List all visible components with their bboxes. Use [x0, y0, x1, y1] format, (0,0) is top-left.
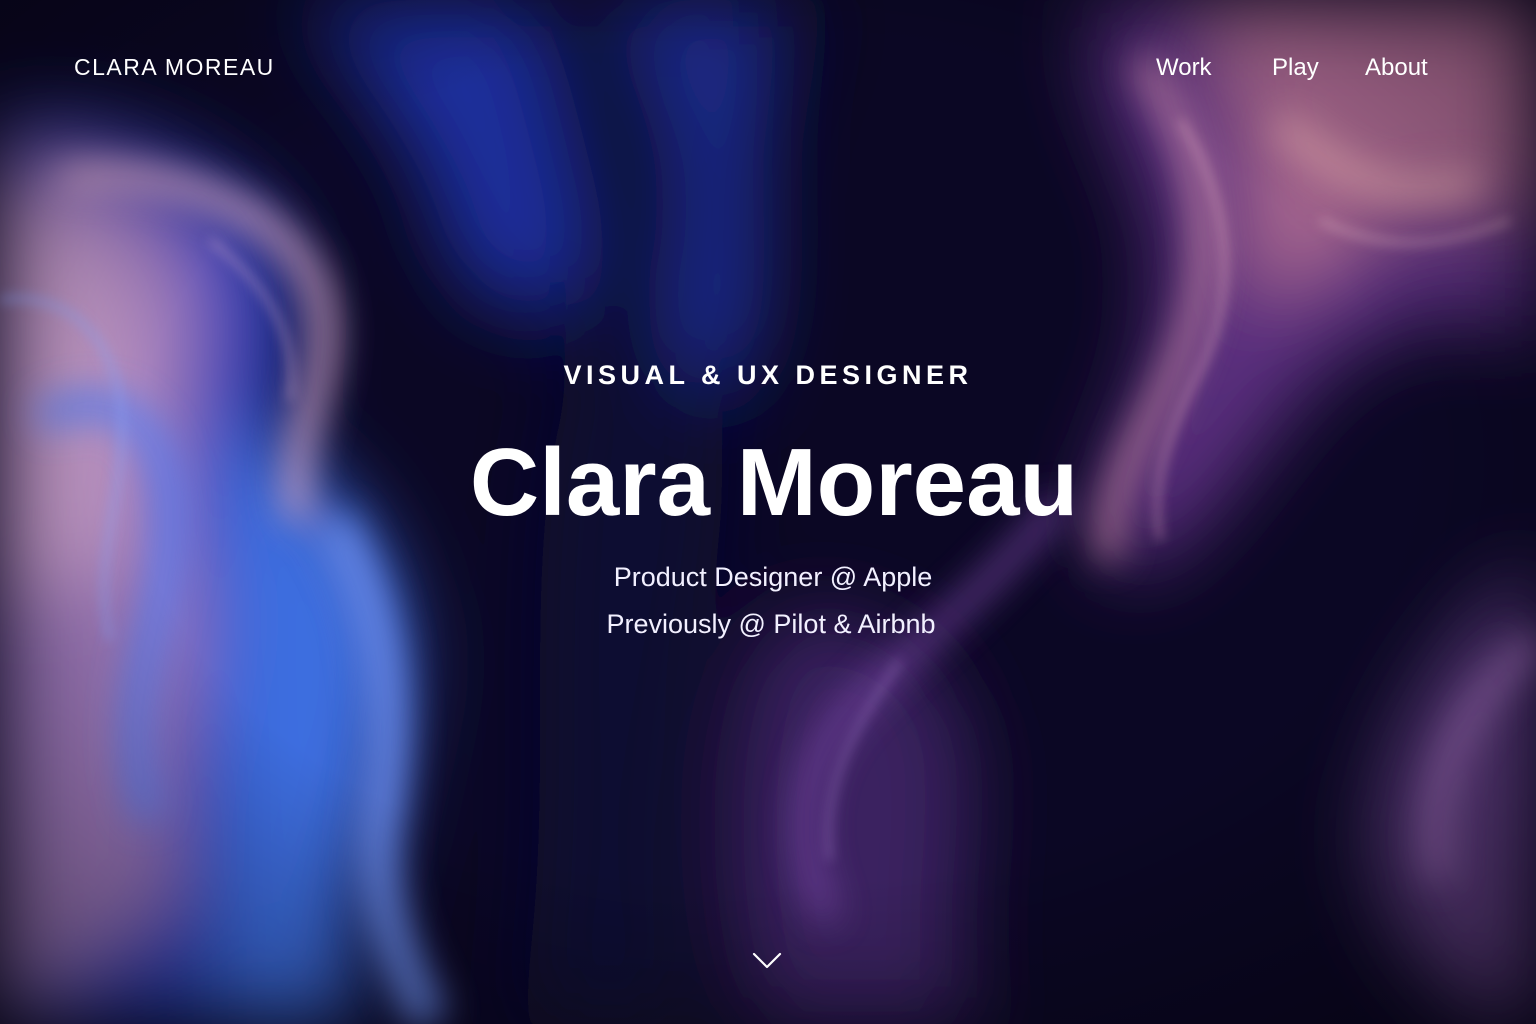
nav-link-work[interactable]: Work	[1156, 52, 1212, 84]
hero-current-role: Product Designer @ Apple	[613, 562, 933, 592]
hero-eyebrow: VISUAL & UX DESIGNER	[563, 360, 973, 390]
nav-link-play[interactable]: Play	[1272, 52, 1319, 84]
chevron-down-icon	[752, 952, 782, 969]
hero-title: Clara Moreau	[469, 429, 1079, 536]
brand-logo-link[interactable]: CLARA MOREAU	[74, 54, 275, 81]
hero-previous-roles: Previously @ Pilot & Airbnb	[606, 609, 936, 639]
scroll-down-button[interactable]	[750, 944, 784, 978]
nav-link-about[interactable]: About	[1365, 52, 1428, 84]
landing-page: CLARA MOREAU Work Play About VISUAL & UX…	[0, 0, 1536, 1024]
main-nav: Work Play About	[1110, 52, 1470, 86]
